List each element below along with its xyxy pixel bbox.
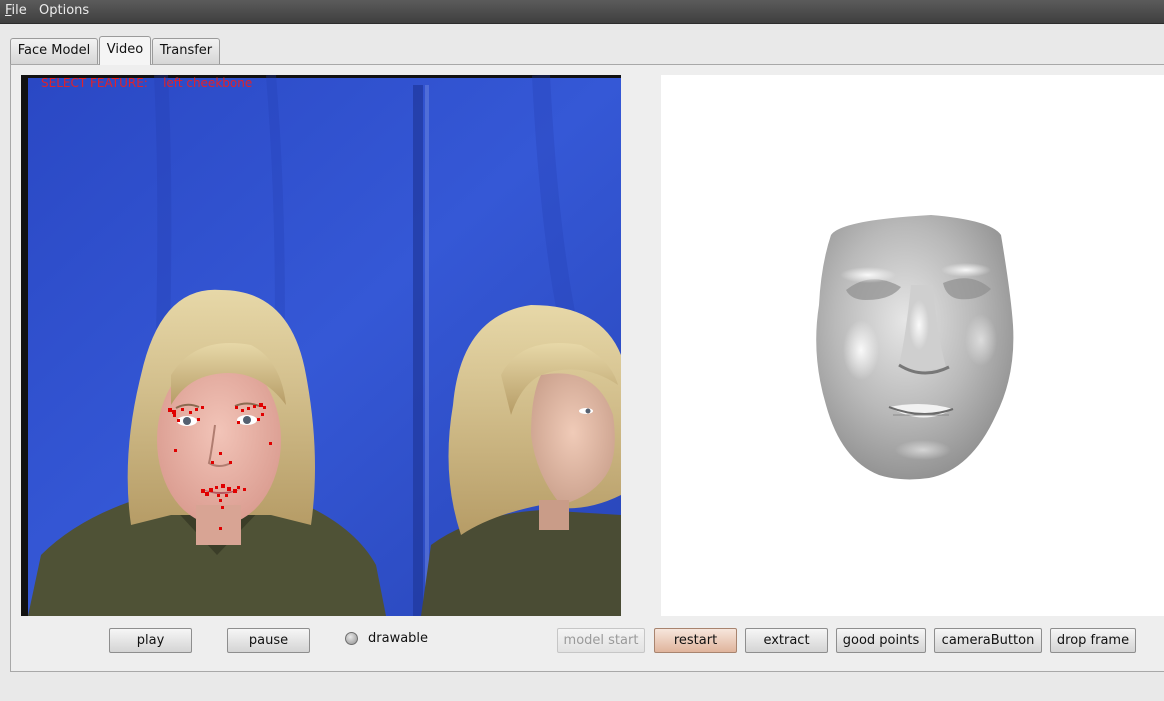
tab-video[interactable]: Video	[99, 36, 151, 65]
tab-transfer[interactable]: Transfer	[152, 38, 220, 64]
tab-face-model[interactable]: Face Model	[10, 38, 98, 64]
pause-button[interactable]: pause	[227, 628, 310, 653]
play-button[interactable]: play	[109, 628, 192, 653]
good-points-button[interactable]: good points	[836, 628, 926, 653]
menu-file[interactable]: File	[5, 3, 27, 18]
select-feature-overlay: SELECT FEATURE: left cheekbone	[41, 76, 252, 90]
drawable-radio-indicator[interactable]	[345, 632, 358, 645]
restart-button[interactable]: restart	[654, 628, 737, 653]
video-image	[21, 75, 621, 616]
menu-file-rest: ile	[11, 3, 27, 18]
video-frame[interactable]: SELECT FEATURE: left cheekbone	[21, 75, 621, 616]
face-model-render-view[interactable]	[661, 75, 1164, 616]
menu-bar: File Options	[0, 0, 1164, 24]
drawable-label: drawable	[368, 631, 429, 646]
face-mesh-render	[816, 215, 1014, 480]
overlay-value: left cheekbone	[163, 76, 253, 90]
extract-button[interactable]: extract	[745, 628, 828, 653]
drop-frame-button[interactable]: drop frame	[1050, 628, 1136, 653]
menu-options[interactable]: Options	[39, 3, 89, 18]
overlay-label: SELECT FEATURE:	[41, 76, 148, 90]
camera-button[interactable]: cameraButton	[934, 628, 1042, 653]
model-start-button[interactable]: model start	[557, 628, 645, 653]
